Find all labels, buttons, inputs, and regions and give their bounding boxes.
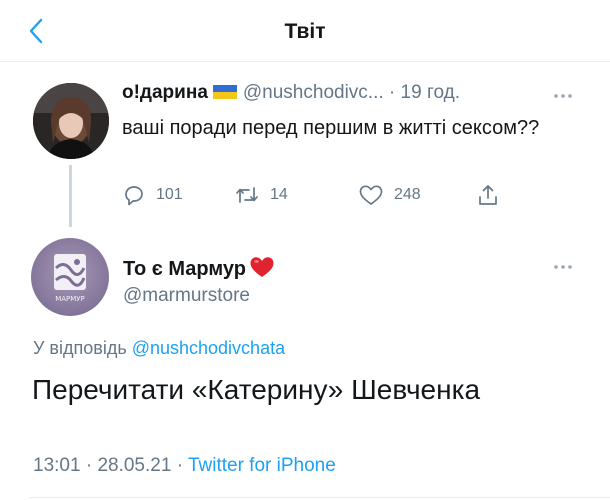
top-bar: Твіт bbox=[0, 0, 610, 62]
red-heart-icon bbox=[250, 257, 274, 277]
more-dots-icon bbox=[554, 94, 572, 98]
divider bbox=[30, 497, 610, 498]
author-name[interactable]: о!дарина bbox=[122, 82, 208, 103]
retweet-icon bbox=[236, 187, 258, 203]
portrait-image bbox=[33, 83, 109, 159]
more-options-button[interactable] bbox=[553, 257, 573, 275]
tweet-actions: 101 14 248 bbox=[122, 182, 522, 208]
author-handle[interactable]: @marmurstore bbox=[123, 285, 250, 307]
tweet-time[interactable]: 19 год. bbox=[401, 82, 460, 103]
avatar-reply-author[interactable]: МАРМУР bbox=[31, 238, 109, 316]
author-name-text: То є Мармур bbox=[123, 258, 246, 280]
tweet-meta: 13:01 · 28.05.21 · Twitter for iPhone bbox=[33, 455, 336, 477]
separator: · bbox=[388, 82, 396, 103]
thread-connector bbox=[69, 165, 72, 227]
share-button[interactable] bbox=[476, 182, 500, 208]
author-name[interactable]: То є Мармур bbox=[123, 255, 275, 281]
reply-button[interactable]: 101 bbox=[122, 182, 183, 208]
tweet-source-link[interactable]: Twitter for iPhone bbox=[188, 455, 336, 476]
separator: · bbox=[85, 455, 93, 476]
tweet-header: о!дарина @nushchodivc... · 19 год. bbox=[122, 82, 582, 108]
replying-prefix: У відповідь bbox=[33, 338, 127, 358]
heart-outline-icon bbox=[359, 185, 383, 205]
avatar-brand-text: МАРМУР bbox=[55, 295, 85, 303]
like-count: 248 bbox=[394, 186, 421, 203]
more-options-button[interactable] bbox=[553, 86, 573, 104]
tweet-text: Перечитати «Катерину» Шевченка bbox=[32, 374, 481, 405]
brand-logo: МАРМУР bbox=[31, 238, 109, 316]
ukraine-flag-icon bbox=[212, 85, 237, 99]
tweet-text: ваші поради перед першим в житті сексом?… bbox=[122, 117, 540, 139]
page-title: Твіт bbox=[284, 20, 326, 43]
replying-to-line: У відповідь @nushchodivchata bbox=[33, 338, 285, 359]
avatar-original-author[interactable] bbox=[33, 83, 109, 159]
like-button[interactable]: 248 bbox=[358, 182, 421, 208]
reply-icon bbox=[125, 186, 143, 206]
more-dots-icon bbox=[554, 265, 572, 269]
share-icon bbox=[479, 185, 497, 205]
reply-count: 101 bbox=[156, 186, 183, 203]
retweet-count: 14 bbox=[270, 186, 288, 203]
tweet-date[interactable]: 28.05.21 bbox=[97, 455, 171, 476]
tweet-time[interactable]: 13:01 bbox=[33, 455, 81, 476]
replying-to-mention[interactable]: @nushchodivchata bbox=[132, 338, 285, 358]
separator: · bbox=[176, 455, 184, 476]
author-handle[interactable]: @nushchodivc... bbox=[243, 82, 384, 103]
retweet-button[interactable]: 14 bbox=[234, 182, 288, 208]
